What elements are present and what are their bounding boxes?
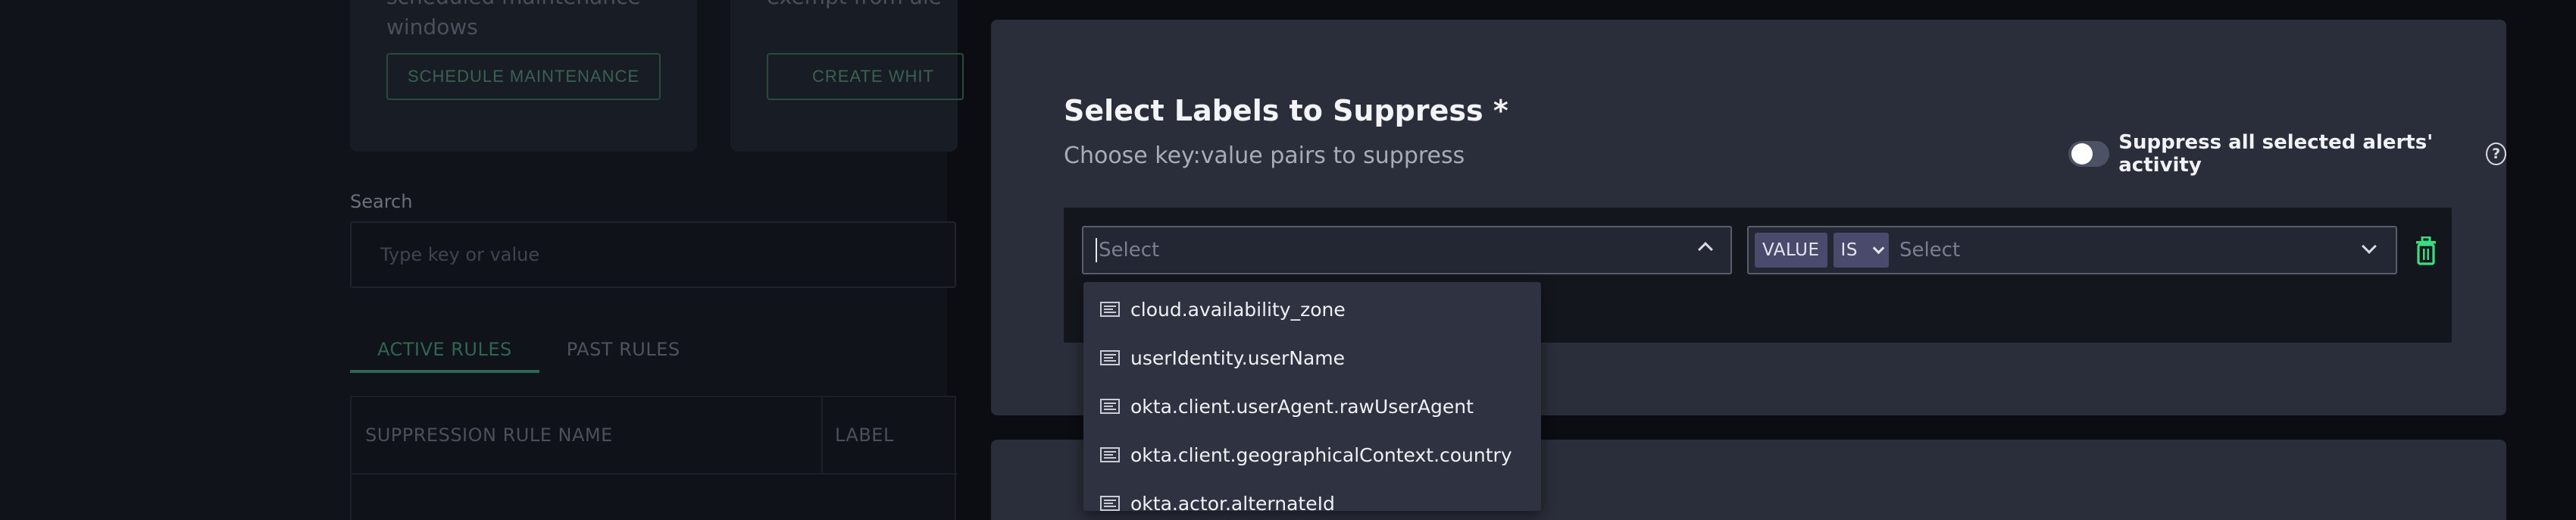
column-header-rule-name[interactable]: SUPPRESSION RULE NAME bbox=[365, 424, 613, 446]
row-divider bbox=[352, 473, 958, 475]
dropdown-option[interactable]: okta.actor.alternateId bbox=[1083, 479, 1541, 511]
text-field-icon bbox=[1100, 302, 1120, 317]
text-cursor bbox=[1096, 238, 1097, 262]
tab-past-rules[interactable]: PAST RULES bbox=[539, 334, 708, 373]
suppress-all-label: Suppress all selected alerts' activity bbox=[2118, 131, 2434, 177]
dropdown-option-label: okta.actor.alternateId bbox=[1130, 492, 1335, 512]
text-field-icon bbox=[1100, 447, 1120, 462]
key-options-dropdown: cloud.availability_zone userIdentity.use… bbox=[1083, 282, 1541, 511]
dropdown-option-label: okta.client.geographicalContext.country bbox=[1130, 443, 1512, 466]
maintenance-card-text: scheduled maintenance windows bbox=[386, 0, 641, 39]
column-header-label[interactable]: LABEL bbox=[835, 424, 894, 446]
dropdown-option[interactable]: userIdentity.userName bbox=[1083, 334, 1541, 382]
dropdown-option[interactable]: cloud.availability_zone bbox=[1083, 285, 1541, 334]
text-field-icon bbox=[1100, 399, 1120, 414]
schedule-maintenance-button[interactable]: SCHEDULE MAINTENANCE bbox=[386, 53, 661, 100]
help-icon[interactable]: ? bbox=[2486, 143, 2506, 165]
whitelist-card: exempt from ale CREATE WHIT bbox=[730, 0, 964, 152]
dropdown-option[interactable]: okta.client.geographicalContext.country bbox=[1083, 431, 1541, 479]
rules-table: SUPPRESSION RULE NAME LABEL bbox=[350, 396, 958, 520]
maintenance-card: scheduled maintenance windows SCHEDULE M… bbox=[350, 0, 697, 152]
search-label: Search bbox=[350, 191, 413, 212]
chevron-down-icon[interactable] bbox=[2362, 239, 2377, 254]
suppress-all-toggle-group: Suppress all selected alerts' activity ? bbox=[2068, 131, 2506, 177]
key-select[interactable]: Select bbox=[1082, 226, 1732, 274]
key-select-placeholder: Select bbox=[1099, 239, 1160, 262]
operator-select[interactable]: IS bbox=[1833, 233, 1889, 268]
chevron-down-icon bbox=[1872, 242, 1885, 254]
background-page: scheduled maintenance windows SCHEDULE M… bbox=[0, 0, 964, 520]
value-select[interactable]: VALUE IS Select bbox=[1747, 226, 2397, 274]
operator-label: IS bbox=[1840, 240, 1858, 260]
chevron-up-icon[interactable] bbox=[1698, 242, 1713, 257]
dropdown-option-label: cloud.availability_zone bbox=[1130, 298, 1346, 321]
page-title: Select Labels to Suppress * bbox=[1064, 94, 1508, 127]
dropdown-option-label: userIdentity.userName bbox=[1130, 346, 1346, 369]
dropdown-option[interactable]: okta.client.userAgent.rawUserAgent bbox=[1083, 382, 1541, 431]
value-chip: VALUE bbox=[1755, 233, 1827, 268]
whitelist-card-text: exempt from ale bbox=[767, 0, 1055, 12]
tab-active-rules[interactable]: ACTIVE RULES bbox=[350, 334, 539, 373]
create-whitelist-button[interactable]: CREATE WHIT bbox=[767, 53, 964, 100]
page-subtitle: Choose key:value pairs to suppress bbox=[1064, 143, 1465, 169]
value-select-placeholder: Select bbox=[1899, 239, 1961, 262]
column-divider bbox=[821, 397, 823, 473]
screen: scheduled maintenance windows SCHEDULE M… bbox=[0, 0, 2576, 520]
trash-icon[interactable] bbox=[2414, 237, 2438, 265]
suppress-all-toggle[interactable] bbox=[2068, 141, 2110, 167]
dropdown-option-label: okta.client.userAgent.rawUserAgent bbox=[1130, 395, 1474, 418]
text-field-icon bbox=[1100, 350, 1120, 365]
search-input[interactable]: Type key or value bbox=[350, 221, 956, 288]
toggle-knob bbox=[2071, 143, 2093, 164]
rules-tabs: ACTIVE RULES PAST RULES bbox=[350, 334, 708, 374]
text-field-icon bbox=[1100, 496, 1120, 511]
